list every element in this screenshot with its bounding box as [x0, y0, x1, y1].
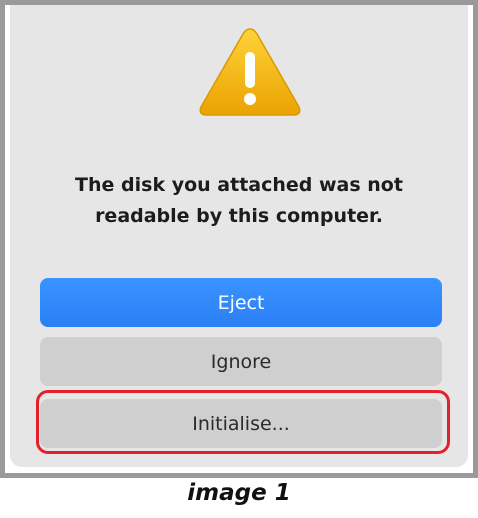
alert-message-line-2: readable by this computer. [95, 205, 383, 227]
eject-button[interactable]: Eject [40, 278, 442, 327]
alert-message-line-1: The disk you attached was not [75, 174, 403, 196]
warning-icon [199, 28, 301, 116]
image-caption: image 1 [187, 480, 291, 506]
ignore-button[interactable]: Ignore [40, 337, 442, 386]
initialise-highlight-box [36, 390, 450, 454]
alert-message: The disk you attached was not readable b… [10, 170, 468, 232]
